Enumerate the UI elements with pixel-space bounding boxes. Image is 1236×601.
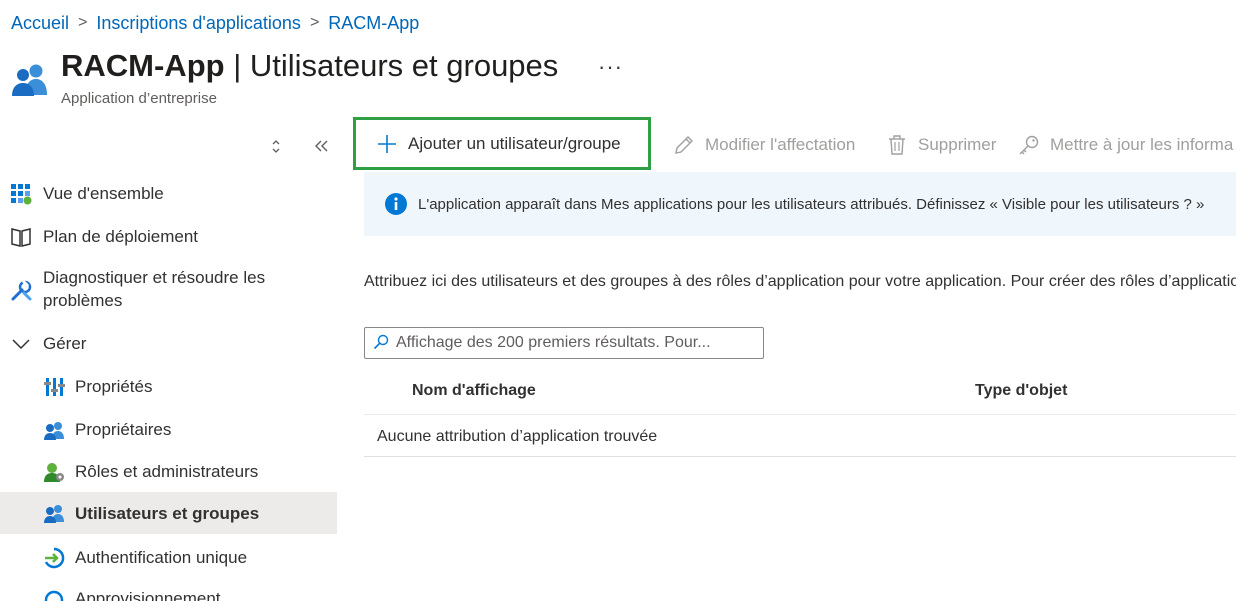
sort-chevrons-icon bbox=[272, 140, 280, 153]
column-header-object-type[interactable]: Type d'objet bbox=[975, 382, 1067, 400]
roles-icon bbox=[43, 461, 65, 483]
more-options-button[interactable]: ··· bbox=[598, 54, 623, 80]
add-user-group-label: Ajouter un utilisateur/groupe bbox=[408, 133, 621, 153]
sidebar-item-label: Gérer bbox=[43, 334, 87, 353]
double-chevron-left-icon bbox=[315, 140, 328, 152]
sidebar-item-roles-admins[interactable]: Rôles et administrateurs bbox=[0, 456, 337, 488]
sidebar-item-users-groups[interactable]: Utilisateurs et groupes bbox=[0, 492, 337, 534]
properties-icon bbox=[43, 376, 65, 398]
search-input[interactable] bbox=[396, 328, 758, 358]
sidebar-group-manage[interactable]: Gérer bbox=[0, 328, 337, 360]
sidebar-item-label-line2: problèmes bbox=[43, 291, 123, 310]
sidebar-sort-toggle[interactable] bbox=[268, 136, 284, 158]
info-icon bbox=[385, 193, 407, 215]
sidebar-item-label: Propriétaires bbox=[75, 420, 172, 439]
page-title: RACM-App | Utilisateurs et groupes bbox=[61, 48, 559, 83]
sidebar-item-label: Utilisateurs et groupes bbox=[75, 504, 260, 523]
sidebar-item-provisioning[interactable]: Approvisionnement bbox=[0, 585, 337, 601]
plus-icon bbox=[378, 134, 396, 153]
provisioning-icon bbox=[43, 589, 65, 601]
enterprise-app-users-icon bbox=[12, 64, 47, 96]
sidebar-item-sso[interactable]: Authentification unique bbox=[0, 542, 337, 574]
sidebar-item-deployment-plan[interactable]: Plan de déploiement bbox=[0, 221, 337, 253]
sidebar-item-properties[interactable]: Propriétés bbox=[0, 371, 337, 403]
grid-overview-icon bbox=[10, 183, 32, 205]
page-subtitle: Application d’entreprise bbox=[61, 90, 217, 107]
sidebar-item-label: Vue d'ensemble bbox=[43, 184, 164, 203]
users-groups-icon bbox=[43, 502, 65, 524]
wrench-icon bbox=[10, 280, 32, 302]
edit-assignment-button[interactable]: Modifier l'affectation bbox=[673, 134, 855, 156]
sidebar-item-label: Authentification unique bbox=[75, 548, 248, 567]
owners-icon bbox=[43, 419, 65, 441]
book-icon bbox=[10, 226, 32, 248]
sidebar-item-label: Approvisionnement bbox=[75, 589, 221, 601]
breadcrumb-separator: > bbox=[309, 14, 320, 31]
info-banner-text: L'application apparaît dans Mes applicat… bbox=[418, 196, 1205, 213]
pencil-icon bbox=[675, 136, 693, 154]
column-header-display-name[interactable]: Nom d'affichage bbox=[412, 382, 536, 400]
search-icon bbox=[373, 334, 389, 350]
sidebar-item-diagnose[interactable]: Diagnostiquer et résoudre les problèmes bbox=[0, 264, 337, 316]
breadcrumb-app-link[interactable]: RACM-App bbox=[328, 13, 419, 34]
sidebar-item-label: Propriétés bbox=[75, 377, 153, 396]
breadcrumb: Accueil > Inscriptions d'applications > … bbox=[11, 11, 419, 35]
key-icon bbox=[1019, 135, 1039, 155]
sidebar-item-label: Plan de déploiement bbox=[43, 227, 199, 246]
page-description: Attribuez ici des utilisateurs et des gr… bbox=[364, 273, 1236, 290]
delete-label: Supprimer bbox=[918, 135, 997, 154]
table-header-divider bbox=[364, 414, 1236, 415]
update-credentials-label: Mettre à jour les informa bbox=[1050, 135, 1234, 154]
sidebar-item-owners[interactable]: Propriétaires bbox=[0, 414, 337, 446]
breadcrumb-app-registrations-link[interactable]: Inscriptions d'applications bbox=[96, 13, 301, 34]
chevron-down-icon bbox=[10, 333, 32, 355]
update-credentials-button[interactable]: Mettre à jour les informa bbox=[1018, 134, 1233, 156]
delete-button[interactable]: Supprimer bbox=[886, 134, 996, 156]
table-empty-message: Aucune attribution d’application trouvée bbox=[377, 428, 658, 445]
sidebar-item-label: Rôles et administrateurs bbox=[75, 462, 259, 481]
sso-icon bbox=[43, 547, 65, 569]
edit-assignment-label: Modifier l'affectation bbox=[705, 135, 856, 154]
trash-icon bbox=[889, 135, 905, 155]
collapse-sidebar-button[interactable] bbox=[313, 133, 329, 165]
sidebar-item-label: Diagnostiquer et résoudre les bbox=[43, 268, 266, 287]
breadcrumb-home-link[interactable]: Accueil bbox=[11, 13, 69, 34]
add-user-group-button[interactable]: Ajouter un utilisateur/groupe bbox=[353, 117, 651, 170]
breadcrumb-separator: > bbox=[78, 14, 88, 31]
table-row-divider bbox=[364, 456, 1236, 457]
sidebar-item-overview[interactable]: Vue d'ensemble bbox=[0, 178, 337, 210]
